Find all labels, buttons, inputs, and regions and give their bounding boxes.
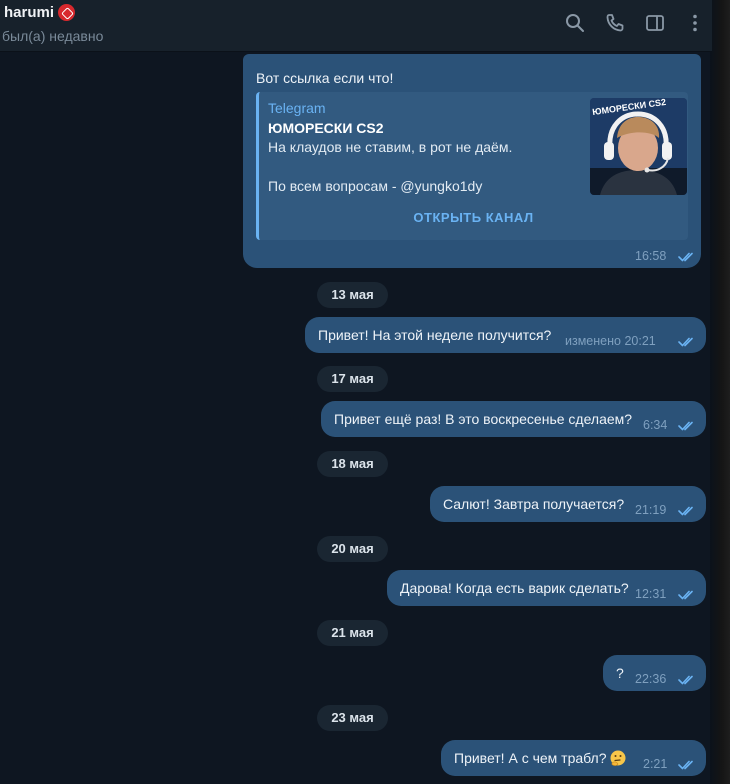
- read-ticks-icon: [678, 590, 693, 600]
- message-time: 6:34: [643, 418, 668, 432]
- message-bubble[interactable]: Привет! А с чем трабл? 2:21: [441, 740, 706, 776]
- chat-header: harumi был(а) недавно: [0, 0, 712, 52]
- date-separator: 13 мая: [317, 282, 388, 308]
- read-ticks-icon: [678, 421, 693, 431]
- contact-status: был(а) недавно: [2, 28, 104, 44]
- message-bubble[interactable]: Привет! На этой неделе получится? измене…: [305, 317, 706, 353]
- message-bubble[interactable]: Дарова! Когда есть варик сделать? 12:31: [387, 570, 706, 606]
- message-time: 12:31: [635, 587, 667, 601]
- date-separator: 17 мая: [317, 366, 388, 392]
- emoji-status-icon: [58, 4, 76, 21]
- search-icon[interactable]: [564, 12, 586, 34]
- date-separator: 21 мая: [317, 620, 388, 646]
- message-time: 2:21: [643, 757, 668, 771]
- sidebar-toggle-icon[interactable]: [644, 12, 666, 34]
- read-ticks-icon: [678, 506, 693, 516]
- message-bubble[interactable]: ? 22:36: [603, 655, 706, 691]
- link-preview-title: ЮМОРЕСКИ CS2: [268, 120, 384, 136]
- window-edge: [710, 0, 730, 784]
- link-preview-site: Telegram: [268, 100, 326, 116]
- phone-icon[interactable]: [604, 12, 626, 34]
- header-actions: [564, 12, 706, 34]
- thinking-face-emoji-icon: [610, 750, 626, 766]
- link-preview-contact: По всем вопросам - @yungko1dy: [268, 178, 483, 194]
- message-text: Вот ссылка если что!: [256, 70, 394, 86]
- link-preview-description: На клаудов не ставим, в рот не даём.: [268, 139, 513, 155]
- message-bubble[interactable]: Салют! Завтра получается? 21:19: [430, 486, 706, 522]
- message-text: Привет! А с чем трабл?: [454, 750, 607, 766]
- read-ticks-icon: [678, 337, 693, 347]
- read-ticks-icon: [678, 760, 693, 770]
- message-text: Привет! На этой неделе получится?: [318, 327, 552, 343]
- read-ticks-icon: [678, 252, 693, 262]
- open-channel-button[interactable]: ОТКРЫТЬ КАНАЛ: [259, 210, 688, 230]
- message-time: 21:19: [635, 503, 667, 517]
- message-time: 16:58: [635, 249, 667, 263]
- contact-name[interactable]: harumi: [4, 4, 54, 21]
- read-ticks-icon: [678, 675, 693, 685]
- contact-name-row[interactable]: harumi: [4, 4, 76, 21]
- link-preview[interactable]: Telegram ЮМОРЕСКИ CS2 На клаудов не став…: [256, 92, 688, 240]
- date-separator: 20 мая: [317, 536, 388, 562]
- message-text: Дарова! Когда есть варик сделать?: [400, 580, 629, 596]
- message-text: Салют! Завтра получается?: [443, 496, 625, 512]
- date-separator: 23 мая: [317, 705, 388, 731]
- date-separator: 18 мая: [317, 451, 388, 477]
- more-icon[interactable]: [684, 12, 706, 34]
- message-bubble[interactable]: Привет ещё раз! В это воскресенье сделае…: [321, 401, 706, 437]
- message-text: Привет ещё раз! В это воскресенье сделае…: [334, 411, 633, 427]
- link-preview-thumbnail[interactable]: ЮМОРЕСКИ CS2: [590, 98, 687, 195]
- message-text: ?: [616, 665, 624, 681]
- message-time: 22:36: [635, 672, 667, 686]
- message-time: изменено 20:21: [565, 334, 656, 348]
